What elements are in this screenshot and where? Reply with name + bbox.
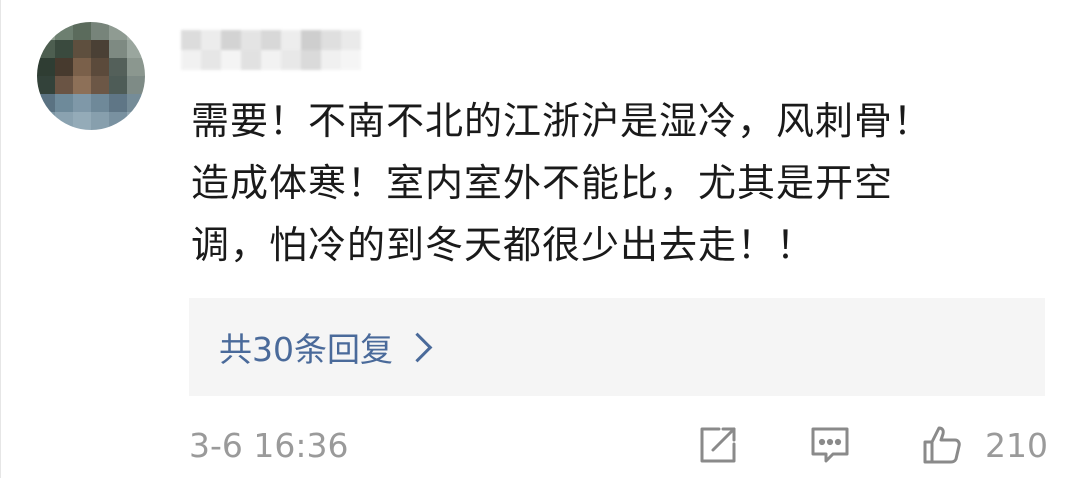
like-button[interactable] (921, 424, 963, 466)
comment-button[interactable] (809, 424, 851, 466)
replies-panel[interactable]: 共30条回复 (189, 298, 1045, 396)
comment-text: 需要！不南不北的江浙沪是湿冷，风刺骨！ 造成体寒！室内室外不能比，尤其是开空 调… (191, 90, 1051, 276)
comment-line: 调，怕冷的到冬天都很少出去走！！ (191, 223, 816, 267)
comment-card: 需要！不南不北的江浙沪是湿冷，风刺骨！ 造成体寒！室内室外不能比，尤其是开空 调… (0, 0, 1080, 478)
comment-footer: 3-6 16:36 210 (189, 420, 1049, 470)
view-replies-link[interactable]: 共30条回复 (219, 323, 433, 371)
replies-label: 共30条回复 (219, 330, 393, 369)
timestamp: 3-6 16:36 (189, 426, 349, 465)
comment-line: 造成体寒！室内室外不能比，尤其是开空 (191, 161, 894, 205)
comment-line: 需要！不南不北的江浙沪是湿冷，风刺骨！ (191, 99, 933, 143)
username-censored[interactable] (181, 30, 363, 70)
comment-icon (811, 427, 849, 463)
share-button[interactable] (697, 424, 739, 466)
thumbs-up-icon (923, 426, 961, 464)
chevron-right-icon (402, 332, 433, 362)
avatar[interactable] (37, 22, 145, 130)
share-icon (700, 427, 736, 463)
like-count: 210 (985, 426, 1048, 465)
